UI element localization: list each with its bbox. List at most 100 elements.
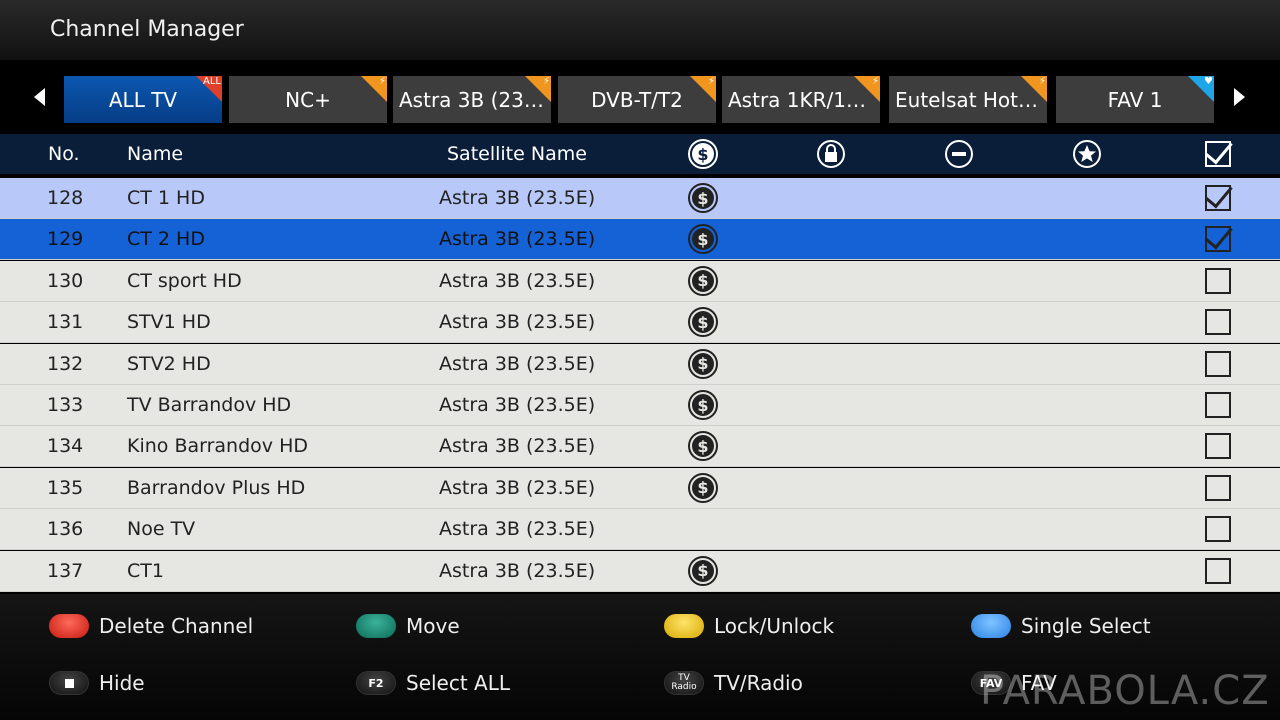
satellite-name: Astra 3B (23.5E) [439, 394, 596, 416]
row-checkbox-icon[interactable] [1205, 302, 1231, 342]
channel-number: 134 [47, 435, 84, 458]
channel-name: STV2 HD [127, 352, 211, 375]
tab-6[interactable]: FAV 1 ♥ [1056, 76, 1214, 123]
col-satellite: Satellite Name [447, 143, 587, 165]
tab-0[interactable]: ALL TV ALL [64, 76, 222, 123]
tab-label: DVB-T/T2 [591, 87, 683, 112]
tab-badge-text: ⚡ [871, 76, 879, 87]
star-icon [1072, 134, 1102, 174]
table-row[interactable]: 134 Kino Barrandov HD Astra 3B (23.5E) $ [0, 426, 1280, 468]
row-checkbox-icon[interactable] [1205, 219, 1233, 259]
satellite-name: Astra 3B (23.5E) [439, 352, 596, 375]
channel-number: 135 [47, 476, 84, 499]
table-row[interactable]: 131 STV1 HD Astra 3B (23.5E) $ [0, 302, 1280, 344]
f2-key-icon: F2 [356, 671, 396, 695]
tab-5[interactable]: Eutelsat Hot Bir...⚡ [889, 76, 1047, 123]
table-row[interactable]: 136 Noe TV Astra 3B (23.5E) [0, 509, 1280, 551]
red-button-icon [49, 614, 89, 638]
green-button-icon [356, 614, 396, 638]
lock-icon [816, 134, 846, 174]
stop-key-icon [49, 671, 89, 695]
channel-name: CT sport HD [127, 269, 242, 292]
tab-badge-text: ♥ [1204, 76, 1213, 87]
satellite-name: Astra 3B (23.5E) [439, 187, 596, 209]
dollar-icon: $ [688, 385, 718, 425]
dollar-icon: $ [688, 344, 718, 384]
tab-label: NC+ [285, 87, 331, 112]
tab-3[interactable]: DVB-T/T2 ⚡ [558, 76, 716, 123]
row-checkbox-icon[interactable] [1205, 385, 1231, 425]
tab-badge-text: ⚡ [1038, 76, 1046, 87]
channel-name: CT 2 HD [127, 228, 205, 251]
channel-number: 136 [47, 518, 84, 541]
channel-number: 128 [47, 187, 84, 209]
col-no: No. [48, 143, 80, 165]
tab-label: FAV 1 [1107, 87, 1163, 112]
tab-badge-text: ⚡ [378, 76, 386, 87]
row-checkbox-icon[interactable] [1205, 178, 1233, 218]
row-checkbox-icon[interactable] [1205, 468, 1231, 508]
table-row[interactable]: 129 CT 2 HD Astra 3B (23.5E) $ [0, 219, 1280, 261]
channel-number: 133 [47, 394, 84, 416]
channel-name: CT1 [127, 559, 164, 582]
blue-button-icon [971, 614, 1011, 638]
dollar-icon: $ [688, 178, 718, 218]
channel-name: Noe TV [127, 518, 196, 541]
satellite-name: Astra 3B (23.5E) [439, 559, 596, 582]
arrow-right-icon[interactable] [1234, 88, 1245, 106]
row-checkbox-icon[interactable] [1205, 344, 1231, 384]
satellite-name: Astra 3B (23.5E) [439, 228, 596, 251]
red-key-hint[interactable]: Delete Channel [49, 614, 253, 638]
dollar-icon: $ [688, 551, 718, 591]
f2-key-hint[interactable]: F2 Select ALL [356, 671, 510, 695]
table-row[interactable]: 128 CT 1 HD Astra 3B (23.5E) $ [0, 178, 1280, 219]
dollar-icon: $ [688, 261, 718, 301]
yellow-button-icon [664, 614, 704, 638]
channel-name: TV Barrandov HD [127, 394, 292, 416]
dollar-icon: $ [688, 134, 718, 174]
channel-number: 137 [47, 559, 84, 582]
tab-1[interactable]: NC+ ⚡ [229, 76, 387, 123]
green-key-hint[interactable]: Move [356, 614, 460, 638]
satellite-name: Astra 3B (23.5E) [439, 435, 596, 458]
select-all-checkbox-icon[interactable] [1205, 134, 1233, 174]
channel-number: 129 [47, 228, 84, 251]
tab-badge-text: ⚡ [707, 76, 715, 87]
table-row[interactable]: 135 Barrandov Plus HD Astra 3B (23.5E) $ [0, 467, 1280, 509]
tab-label: ALL TV [108, 87, 178, 112]
tab-badge-text: ⚡ [542, 76, 550, 87]
tab-badge-text: ALL [203, 76, 221, 87]
yellow-key-hint[interactable]: Lock/Unlock [664, 614, 834, 638]
tv-radio-key-hint[interactable]: TV Radio TV/Radio [664, 671, 803, 695]
dollar-icon: $ [688, 468, 718, 508]
channel-name: Kino Barrandov HD [127, 435, 308, 458]
dollar-icon: $ [688, 219, 718, 259]
dollar-icon: $ [688, 302, 718, 342]
channel-number: 131 [47, 311, 84, 334]
row-checkbox-icon[interactable] [1205, 261, 1231, 301]
blue-key-hint[interactable]: Single Select [971, 614, 1151, 638]
dollar-icon: $ [688, 426, 718, 466]
table-row[interactable]: 133 TV Barrandov HD Astra 3B (23.5E) $ [0, 385, 1280, 426]
satellite-name: Astra 3B (23.5E) [439, 476, 596, 499]
table-row[interactable]: 137 CT1 Astra 3B (23.5E) $ [0, 550, 1280, 592]
watermark: PARABOLA.CZ [980, 668, 1270, 714]
channel-name: STV1 HD [127, 311, 211, 334]
stop-key-hint[interactable]: Hide [49, 671, 145, 695]
arrow-left-icon[interactable] [34, 88, 45, 106]
table-row[interactable]: 130 CT sport HD Astra 3B (23.5E) $ [0, 260, 1280, 302]
tab-2[interactable]: Astra 3B (23.5E) ⚡ [393, 76, 551, 123]
table-header: No. Name Satellite Name $ [0, 134, 1280, 174]
satellite-name: Astra 3B (23.5E) [439, 518, 596, 541]
table-row[interactable]: 132 STV2 HD Astra 3B (23.5E) $ [0, 343, 1280, 385]
minus-circle-icon [944, 134, 974, 174]
tv-radio-key-icon: TV Radio [664, 671, 704, 695]
page-title: Channel Manager [50, 17, 244, 42]
row-checkbox-icon[interactable] [1205, 551, 1231, 591]
satellite-name: Astra 3B (23.5E) [439, 269, 596, 292]
satellite-name: Astra 3B (23.5E) [439, 311, 596, 334]
row-checkbox-icon[interactable] [1205, 426, 1231, 466]
title-bar: Channel Manager [0, 0, 1280, 60]
row-checkbox-icon[interactable] [1205, 509, 1231, 549]
tab-4[interactable]: Astra 1KR/1L/1... ⚡ [722, 76, 880, 123]
